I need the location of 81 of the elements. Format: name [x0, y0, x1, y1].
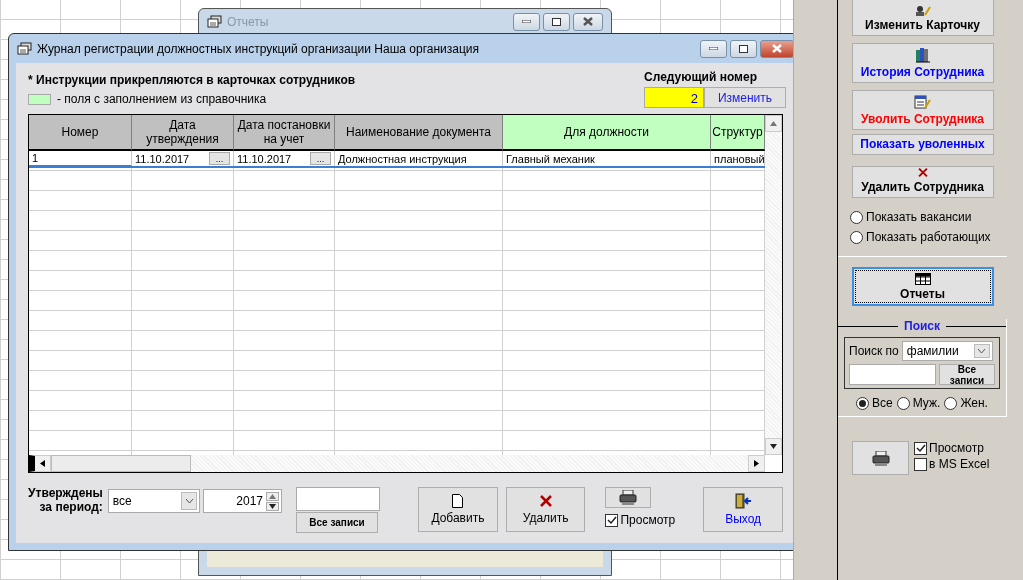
exit-button[interactable]: Выход [703, 487, 783, 532]
checkmark-icon [915, 443, 926, 453]
checkmark-icon [607, 515, 617, 525]
search-by-select[interactable]: фамилии [901, 341, 993, 361]
scroll-left-arrow[interactable] [39, 460, 46, 467]
legend-swatch [28, 93, 51, 105]
reports-button[interactable]: Отчеты [851, 267, 994, 306]
print-button[interactable] [852, 441, 909, 475]
print-option-checkbox[interactable]: Просмотр [914, 441, 984, 455]
scroll-down-arrow[interactable] [770, 443, 777, 450]
preview-checkbox[interactable]: Просмотр [605, 513, 676, 527]
scroll-up-arrow[interactable] [770, 120, 777, 127]
next-number-field[interactable]: 2 [644, 87, 704, 108]
next-number-label: Следующий номер [644, 70, 757, 84]
sidebar-button[interactable]: Удалить Сотрудника [851, 166, 994, 198]
date-picker-button[interactable]: ... [209, 152, 230, 165]
close-icon [772, 44, 782, 53]
close-button[interactable] [573, 12, 603, 31]
table-icon [914, 272, 931, 285]
door-icon [734, 493, 752, 509]
sidebar-button[interactable]: История Сотрудника [851, 43, 994, 83]
close-icon [583, 17, 593, 26]
window-icon [17, 42, 32, 55]
add-button[interactable]: Добавить [418, 487, 498, 532]
scroll-right-arrow[interactable] [753, 460, 760, 467]
window-icon [207, 15, 222, 28]
maximize-icon [739, 44, 748, 53]
table-cell: 1 [29, 151, 132, 166]
form-pencil-icon [914, 95, 931, 110]
change-button[interactable]: Изменить [704, 87, 786, 108]
sidebar-button[interactable]: Показать уволенных [851, 134, 994, 155]
table-cell: 11.10.2017 ... [234, 151, 335, 166]
vertical-scrollbar[interactable] [765, 115, 782, 455]
print-button[interactable] [605, 487, 652, 508]
search-by-label: Поиск по [849, 344, 899, 358]
sidebar-button[interactable]: Изменить Карточку [851, 0, 994, 36]
radio-dot-icon [859, 399, 867, 407]
gender-radio[interactable]: Жен. [944, 396, 988, 410]
table-cell: Должностная инструкция [335, 151, 503, 166]
window-title: Отчеты [227, 14, 270, 29]
gender-radio[interactable]: Муж. [896, 396, 941, 410]
person-pencil-icon [914, 6, 931, 16]
minimize-icon [709, 47, 718, 50]
legend-text: - поля с заполнением из справочника [57, 92, 267, 106]
spin-up-arrow[interactable] [269, 492, 277, 500]
all-records-button[interactable]: Все записи [296, 512, 379, 533]
all-records-button[interactable]: Все записи [939, 364, 995, 385]
column-header[interactable]: Для должности [503, 115, 711, 151]
books-icon [914, 47, 931, 63]
maximize-button[interactable] [543, 12, 570, 31]
column-header[interactable]: Наименование документа [335, 115, 503, 151]
horizontal-scrollbar[interactable] [29, 455, 765, 472]
window-title: Журнал регистрации должностных инструкций организации Наша организация [37, 41, 480, 56]
column-header[interactable]: Структур [711, 115, 765, 151]
search-field[interactable] [296, 487, 381, 511]
column-header[interactable]: Дата постановки на учет [234, 115, 335, 151]
radio-option[interactable]: Показать работающих [850, 230, 991, 244]
print-option-checkbox[interactable]: в MS Excel [914, 457, 990, 471]
year-field[interactable]: 2017 [203, 489, 283, 513]
close-button[interactable] [760, 39, 794, 58]
spin-down-arrow[interactable] [269, 502, 277, 510]
table-cell: 11.10.2017 ... [132, 151, 234, 166]
date-picker-button[interactable]: ... [310, 152, 331, 165]
table-cell: Главный механик [503, 151, 711, 166]
cross-icon [538, 494, 553, 508]
period-label: Утверждены за период: [28, 486, 103, 514]
search-group-title: Поиск [904, 319, 940, 333]
printer-icon [871, 450, 890, 466]
minimize-icon [522, 20, 531, 23]
delete-button[interactable]: Удалить [505, 487, 586, 532]
document-icon [452, 494, 464, 508]
gender-radio[interactable]: Все [856, 396, 893, 410]
radio-option[interactable]: Показать вакансии [850, 210, 991, 224]
search-input[interactable] [849, 364, 936, 385]
printer-icon [619, 490, 638, 505]
note-text: * Инструкции прикрепляются в карточках сотрудников [28, 73, 356, 87]
column-header[interactable]: Номер [29, 115, 132, 151]
column-header[interactable]: Дата утверждения [132, 115, 234, 151]
maximize-button[interactable] [730, 39, 757, 58]
period-select[interactable]: все [107, 489, 201, 513]
maximize-icon [552, 17, 561, 26]
